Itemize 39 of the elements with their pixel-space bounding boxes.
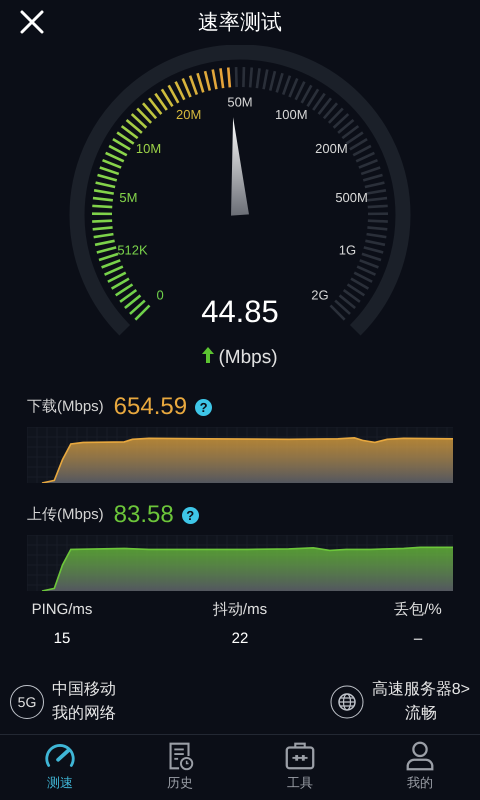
close-icon[interactable]: [20, 10, 44, 34]
upload-arrow-icon: [202, 347, 214, 363]
scale-label: 512K: [117, 242, 148, 258]
nav-tab[interactable]: 工具: [240, 735, 360, 800]
stat-value: –: [414, 628, 422, 648]
network-type-badge: 5G: [10, 685, 44, 719]
stat-label: PING/ms: [32, 600, 92, 620]
nav-tab[interactable]: 我的: [360, 735, 480, 800]
scale-label: 10M: [136, 141, 162, 156]
globe-icon: [330, 685, 364, 719]
scale-label: 1G: [338, 242, 356, 258]
stat-value: 22: [232, 628, 248, 648]
stat-value: 15: [54, 628, 70, 648]
server-name: 高速服务器8>: [372, 680, 470, 700]
metric-value: 83.58: [114, 500, 174, 530]
scale-label: 50M: [227, 94, 253, 110]
scale-label: 500M: [335, 190, 368, 205]
help-button[interactable]: ?: [182, 506, 199, 524]
scale-label: 0: [156, 287, 164, 302]
speed-value: 44.85: [201, 294, 279, 329]
metric-label: 下载(Mbps): [27, 396, 104, 417]
scale-label: 2G: [311, 287, 329, 302]
scale-label: 5M: [119, 190, 138, 205]
network-name: 我的网络: [52, 704, 116, 724]
server-selector[interactable]: 高速服务器8> 流畅: [330, 678, 470, 726]
metric-value: 654.59: [114, 392, 188, 422]
screen-title: 速率测试: [198, 10, 282, 36]
scale-label: 100M: [275, 106, 308, 122]
speed-unit: (Mbps): [218, 347, 278, 368]
stat-label: 丢包/%: [394, 600, 442, 620]
metric-label: 上传(Mbps): [27, 504, 104, 525]
help-button[interactable]: ?: [195, 398, 212, 416]
nav-tab[interactable]: 历史: [120, 735, 240, 800]
scale-label: 200M: [315, 141, 348, 156]
stat-label: 抖动/ms: [212, 600, 268, 620]
scale-label: 20M: [176, 106, 202, 122]
connection-status: 流畅: [404, 704, 437, 724]
operator-name: 中国移动: [52, 680, 116, 700]
nav-tab[interactable]: 测速: [0, 735, 120, 800]
